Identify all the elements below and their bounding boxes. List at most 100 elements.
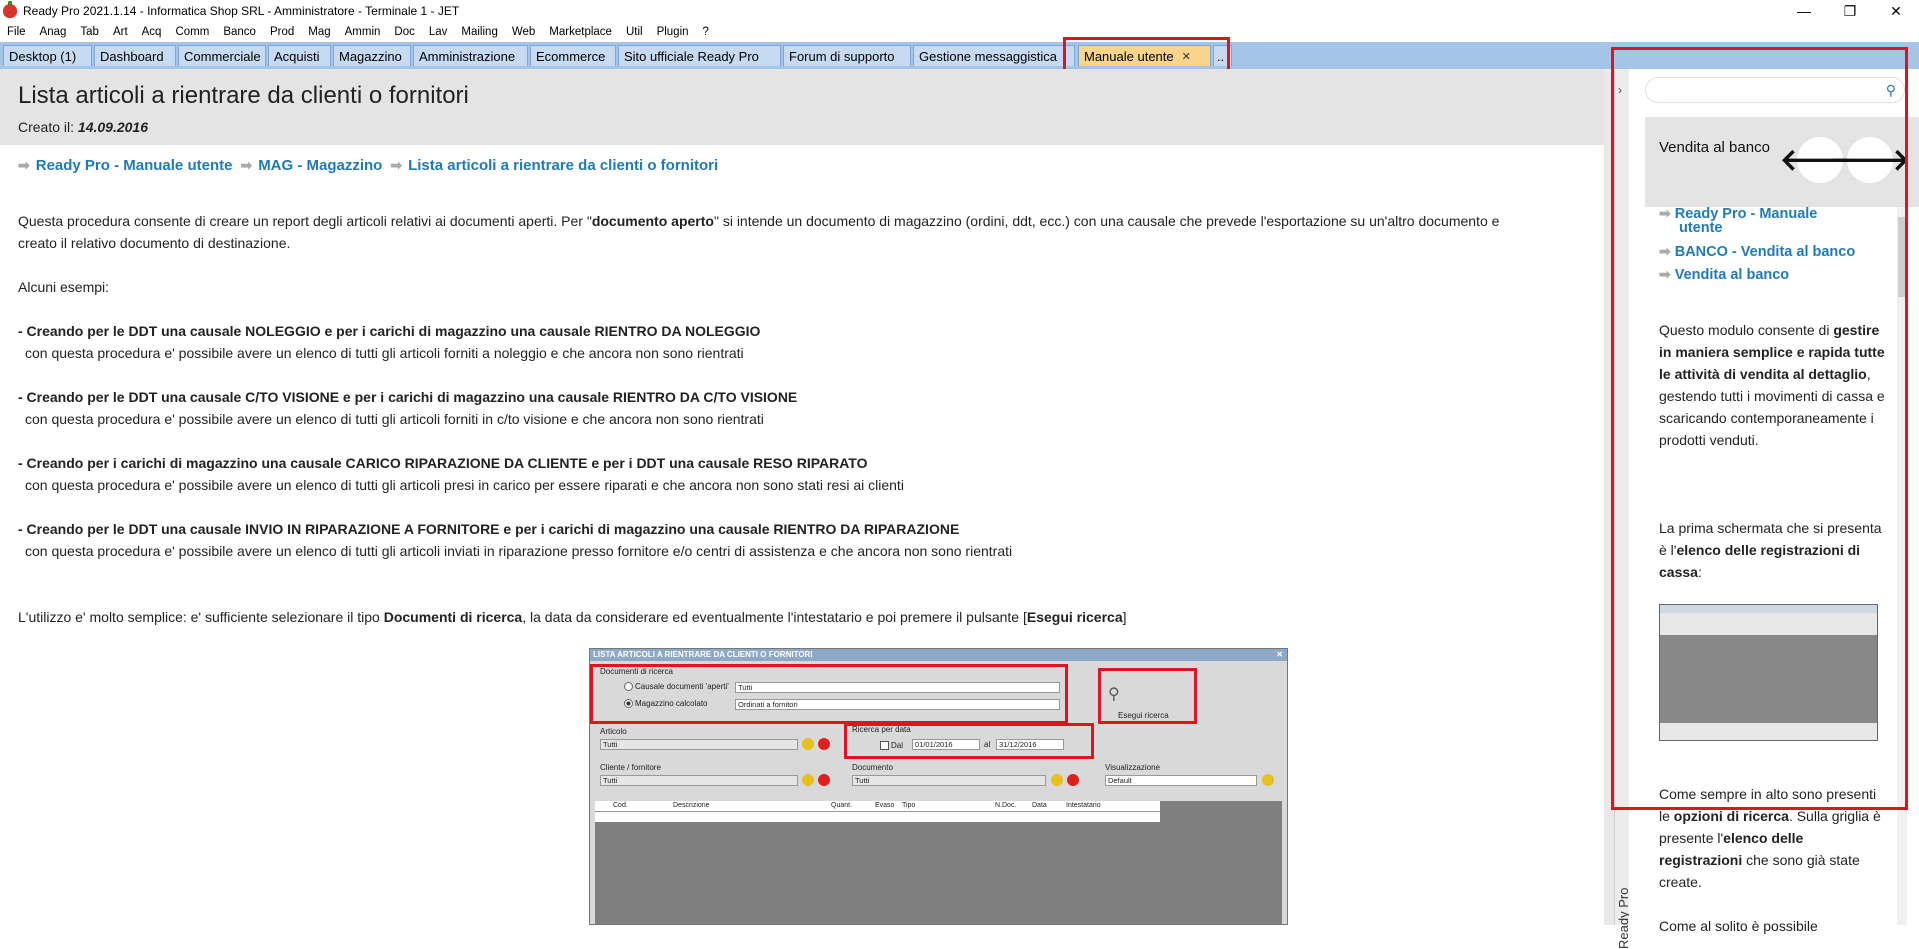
panel-scrollbar[interactable]: [1897, 207, 1907, 925]
close-tab-icon[interactable]: ✕: [1182, 50, 1191, 63]
tab-acquisti[interactable]: Acquisti: [268, 45, 331, 66]
tab-dashboard[interactable]: Dashboard: [94, 45, 176, 66]
menu-mag[interactable]: Mag: [301, 26, 337, 38]
created-date: Creato il: 14.09.2016: [18, 119, 148, 135]
arrow-right-icon: ➡: [1659, 205, 1671, 221]
breadcrumb: ➡ Ready Pro - Manuale utente ➡ MAG - Mag…: [18, 157, 726, 174]
tab-desktop[interactable]: Desktop (1): [3, 45, 92, 66]
panel-paragraph-1: Questo modulo consente di gestire in man…: [1659, 319, 1889, 451]
dal-checkbox: Dal: [880, 741, 904, 751]
folder-icon: [1262, 774, 1274, 786]
opt-causale: Causale documenti 'aperti': [624, 682, 729, 692]
panel-screenshot-thumbnail[interactable]: [1659, 604, 1878, 741]
text: BANCO - Vendita al banco: [1674, 244, 1856, 260]
col-tipo: Tipo: [902, 802, 916, 809]
text: LISTA ARTICOLI A RIENTRARE DA CLIENTI O …: [593, 650, 813, 659]
menu-plugin[interactable]: Plugin: [650, 26, 696, 38]
menu-banco[interactable]: Banco: [216, 26, 263, 38]
menu-anag[interactable]: Anag: [33, 26, 74, 38]
scroll-thumb[interactable]: [1898, 217, 1906, 297]
radio-selected-icon: [624, 699, 633, 709]
tab-label: Forum di supporto: [789, 48, 895, 64]
panel-link-vendita[interactable]: ➡ Vendita al banco: [1659, 266, 1789, 283]
run-search-label: Esegui ricerca: [1118, 711, 1169, 720]
checkbox-icon: [880, 741, 889, 751]
text: L'utilizzo e' molto semplice: e' suffici…: [18, 609, 384, 625]
tab-sito-ufficiale[interactable]: Sito ufficiale Ready Pro: [618, 45, 781, 66]
menu-ammin[interactable]: Ammin: [338, 26, 388, 38]
folder-icon: [802, 738, 814, 750]
text-bold: documento aperto: [591, 213, 714, 229]
documento-label: Documento: [852, 763, 893, 772]
articolo-label: Articolo: [600, 727, 627, 736]
menu-mailing[interactable]: Mailing: [454, 26, 504, 38]
tab-label: Desktop (1): [9, 48, 77, 64]
example-title: - Creando per le DDT una causale INVIO I…: [18, 521, 960, 537]
cliente-label: Cliente / fornitore: [600, 763, 661, 772]
manual-content: ➡ Ready Pro - Manuale utente ➡ MAG - Mag…: [0, 145, 1604, 925]
breadcrumb-link-current[interactable]: Lista articoli a rientrare da clienti o …: [408, 157, 718, 174]
text: , la data da considerare ed eventualment…: [522, 609, 1027, 625]
clear-icon: [1067, 774, 1079, 786]
arrow-right-icon: ➡: [1659, 243, 1671, 259]
tab-more[interactable]: ..: [1213, 45, 1232, 66]
al-label: al: [984, 740, 991, 749]
menu-help[interactable]: ?: [696, 26, 716, 38]
side-panel-toggle[interactable]: › Ready Pro: [1614, 69, 1631, 949]
menu-comm[interactable]: Comm: [168, 26, 216, 38]
menu-doc[interactable]: Doc: [387, 26, 421, 38]
menu-tab[interactable]: Tab: [73, 26, 106, 38]
panel-link-banco[interactable]: ➡ BANCO - Vendita al banco: [1659, 243, 1855, 260]
thumb-footer: [1660, 723, 1877, 740]
panel-search-input[interactable]: ⚲: [1645, 77, 1905, 103]
text: :: [1697, 564, 1702, 580]
example-title: - Creando per le DDT una causale NOLEGGI…: [18, 323, 761, 339]
chevron-right-icon[interactable]: ›: [1618, 83, 1622, 97]
panel-paragraph-4: Come al solito è possibile: [1659, 918, 1818, 934]
menu-web[interactable]: Web: [505, 26, 542, 38]
articolo-field: Tutti: [600, 739, 798, 750]
tab-commerciale[interactable]: Commerciale: [178, 45, 266, 66]
menu-file[interactable]: File: [0, 26, 33, 38]
panel-link-manual-cont[interactable]: utente: [1679, 220, 1723, 236]
tab-messaggistica[interactable]: Gestione messaggistica: [913, 45, 1075, 66]
content-scrollbar[interactable]: [1604, 69, 1614, 925]
clear-icon: [818, 774, 830, 786]
text: Questo modulo consente di: [1659, 322, 1834, 338]
minimize-button[interactable]: —: [1781, 0, 1827, 22]
close-button[interactable]: ✕: [1873, 0, 1919, 22]
menu-util[interactable]: Util: [619, 26, 650, 38]
menu-acq[interactable]: Acq: [135, 26, 169, 38]
menu-marketplace[interactable]: Marketplace: [542, 26, 619, 38]
tab-amministrazione[interactable]: Amministrazione: [413, 45, 528, 66]
close-icon: ✕: [1276, 650, 1283, 659]
panel-paragraph-3: Come sempre in alto sono presenti le opz…: [1659, 783, 1889, 893]
search-icon[interactable]: ⚲: [1886, 82, 1896, 99]
text-bold: elenco delle registrazioni di cassa: [1659, 542, 1861, 580]
tab-label: Gestione messaggistica: [919, 48, 1058, 64]
breadcrumb-link-manual[interactable]: Ready Pro - Manuale utente: [36, 157, 233, 174]
col-cod: Cod.: [613, 802, 628, 809]
grid-header: Cod. Descrizione Quant. Evaso Tipo N.Doc…: [595, 801, 1160, 812]
text: Magazzino calcolato: [635, 699, 708, 708]
menu-prod[interactable]: Prod: [263, 26, 301, 38]
text: Dal: [891, 741, 904, 750]
tab-forum[interactable]: Forum di supporto: [783, 45, 911, 66]
created-value: 14.09.2016: [77, 119, 148, 135]
tab-magazzino[interactable]: Magazzino: [333, 45, 411, 66]
folder-icon: [1051, 774, 1063, 786]
tab-label: Amministrazione: [419, 48, 516, 64]
arrow-right-icon[interactable]: 🡒: [1830, 137, 1910, 183]
col-quant: Quant.: [831, 802, 853, 809]
menu-lav[interactable]: Lav: [422, 26, 455, 38]
tab-ecommerce[interactable]: Ecommerce: [530, 45, 616, 66]
tab-label: ..: [1217, 48, 1225, 64]
cliente-field: Tutti: [600, 775, 798, 786]
maximize-button[interactable]: ❐: [1827, 0, 1873, 22]
arrow-right-icon: ➡: [240, 157, 253, 173]
breadcrumb-link-mag[interactable]: MAG - Magazzino: [258, 157, 382, 174]
arrow-right-icon: ➡: [1659, 266, 1671, 282]
menu-art[interactable]: Art: [106, 26, 135, 38]
tab-manuale-utente[interactable]: Manuale utente ✕: [1078, 45, 1211, 66]
examples-label: Alcuni esempi:: [18, 279, 110, 295]
